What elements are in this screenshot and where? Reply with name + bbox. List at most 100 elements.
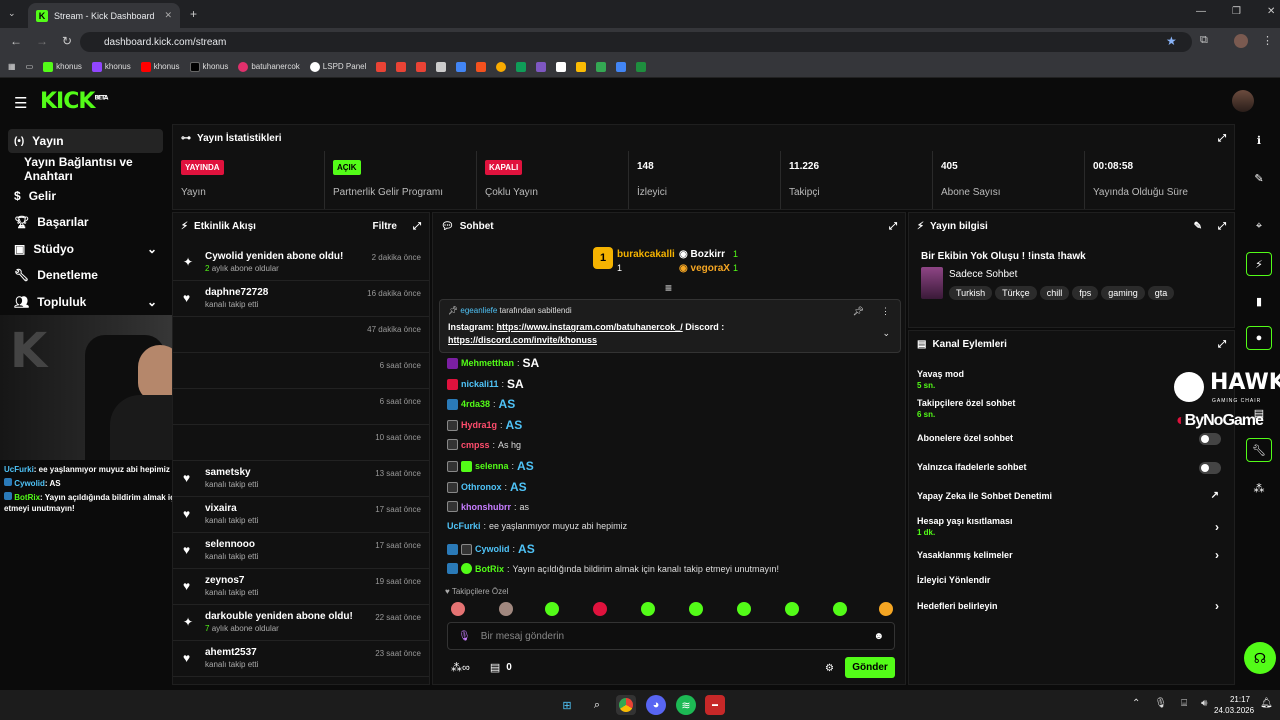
microphone-icon[interactable]: 🎙︎: [1154, 698, 1167, 709]
app-icon[interactable]: ▬: [705, 695, 725, 715]
notification-icon[interactable]: 🔔︎: [1260, 698, 1273, 709]
address-bar[interactable]: dashboard.kick.com/stream: [80, 32, 1192, 52]
minimize-icon[interactable]: —: [1196, 6, 1206, 17]
gmail-bookmark-icon[interactable]: [376, 61, 387, 72]
emote-icon[interactable]: [689, 602, 703, 616]
tab-list-icon[interactable]: ⌄: [8, 8, 16, 19]
points-icon[interactable]: ⁂: [1246, 476, 1272, 500]
more-options-icon[interactable]: ⋮: [881, 306, 890, 317]
new-tab-icon[interactable]: +: [190, 7, 197, 21]
bookmark-item[interactable]: batuhanercok: [238, 61, 300, 72]
tag[interactable]: fps: [1072, 286, 1099, 300]
bookmark-icon[interactable]: [576, 61, 587, 72]
volume-icon[interactable]: 🔊︎: [1201, 698, 1207, 709]
points-icon[interactable]: ⁂∞: [451, 661, 470, 674]
store-icon[interactable]: ▤: [490, 661, 500, 674]
unpin-icon[interactable]: 📌︎: [853, 306, 864, 317]
menu-dots-icon[interactable]: ⋮: [1262, 34, 1273, 47]
action-account-age[interactable]: Hesap yaşı kısıtlaması 1 dk. ›: [917, 516, 1227, 537]
microphone-icon[interactable]: 🎙︎: [458, 631, 471, 642]
edit-icon[interactable]: ✎: [1246, 166, 1272, 190]
forward-icon[interactable]: →: [36, 34, 48, 48]
extensions-icon[interactable]: ⧉: [1200, 34, 1208, 47]
bookmark-item[interactable]: LSPD Panel: [309, 61, 366, 72]
emote-icon[interactable]: [833, 602, 847, 616]
expand-icon[interactable]: ⤢: [1218, 133, 1226, 144]
emote-icon[interactable]: [641, 602, 655, 616]
support-headset-icon[interactable]: ☊: [1244, 642, 1276, 674]
chat-bubble-icon[interactable]: ●: [1246, 326, 1272, 350]
emote-icon[interactable]: [785, 602, 799, 616]
bookmark-icon[interactable]: [616, 61, 627, 72]
windows-start-icon[interactable]: ⊞: [557, 695, 577, 715]
chrome-icon[interactable]: [616, 695, 636, 715]
category-thumbnail[interactable]: [921, 267, 943, 299]
chevron-down-icon[interactable]: ⌄: [882, 328, 890, 339]
info-icon[interactable]: ℹ: [1246, 128, 1272, 152]
bookmark-icon[interactable]: [636, 61, 647, 72]
close-tab-icon[interactable]: ✕: [164, 10, 172, 21]
wrench-icon[interactable]: 🔧︎: [1246, 438, 1272, 462]
bookmark-icon[interactable]: [536, 61, 547, 72]
action-emote-only[interactable]: Yalnızca ifadelerle sohbet: [917, 462, 1227, 474]
spotify-icon[interactable]: ≋: [676, 695, 696, 715]
hamburger-menu-icon[interactable]: ☰: [14, 94, 27, 112]
tag[interactable]: Türkçe: [995, 286, 1037, 300]
lightning-icon[interactable]: ⚡︎: [1246, 252, 1272, 276]
profile-avatar[interactable]: [1234, 34, 1248, 48]
list-icon[interactable]: ▤: [1246, 401, 1272, 425]
emote-icon[interactable]: [451, 602, 465, 616]
sidebar-item-studyo[interactable]: ▣ Stüdyo ⌄: [8, 237, 163, 261]
reload-icon[interactable]: ↻: [62, 34, 72, 48]
filter-button[interactable]: Filtre: [373, 221, 397, 232]
maximize-icon[interactable]: ❐: [1232, 6, 1241, 17]
expand-icon[interactable]: ⤢: [1218, 221, 1226, 232]
emote-icon[interactable]: [545, 602, 559, 616]
clock[interactable]: 21:17 24.03.2026: [1214, 694, 1254, 716]
gifter-name[interactable]: ◉ vegoraX: [679, 263, 730, 274]
bookmark-item[interactable]: khonus: [43, 61, 82, 72]
action-banned-words[interactable]: Yasaklanmış kelimeler ›: [917, 548, 1227, 562]
sidebar-item-topluluk[interactable]: 👥︎ Topluluk ⌄: [8, 290, 163, 314]
bookmark-icon[interactable]: [436, 61, 447, 72]
sidebar-item-denetleme[interactable]: 🔧︎ Denetleme: [8, 263, 163, 287]
action-ai-moderation[interactable]: Yapay Zeka ile Sohbet Denetimi ↗: [917, 490, 1227, 501]
search-icon[interactable]: ⌕: [587, 695, 607, 715]
pinned-link[interactable]: https://discord.com/invite/khonuss: [448, 335, 597, 345]
emote-icon[interactable]: [879, 602, 893, 616]
bookmark-item[interactable]: khonus: [189, 61, 228, 72]
sidebar-item-gelir[interactable]: $ Gelir: [8, 184, 163, 208]
top-gifter-name[interactable]: burakcakalli: [617, 249, 675, 260]
chevron-up-icon[interactable]: ⌃: [1132, 698, 1140, 709]
back-icon[interactable]: ←: [10, 34, 22, 48]
kick-logo[interactable]: KICKBETA: [40, 89, 108, 114]
apps-grid-icon[interactable]: ▦: [8, 62, 16, 71]
tag[interactable]: chill: [1039, 286, 1070, 300]
gifter-name[interactable]: ◉ Bozkirr: [679, 249, 725, 260]
sidebar-item-basarilar[interactable]: 🏆︎ Başarılar: [8, 210, 163, 234]
sidebar-item-yayin[interactable]: (•) Yayın: [8, 129, 163, 153]
send-button[interactable]: Gönder: [845, 657, 895, 678]
chat-settings-icon[interactable]: ⚙︎: [825, 663, 834, 674]
sidebar-item-stream-key[interactable]: Yayın Bağlantısı ve Anahtarı: [8, 155, 163, 183]
edit-icon[interactable]: ✎: [1194, 221, 1202, 232]
emote-icon[interactable]: [737, 602, 751, 616]
pinned-link[interactable]: https://www.instagram.com/batuhanercok_/: [497, 322, 683, 332]
close-window-icon[interactable]: ✕: [1267, 6, 1275, 17]
user-avatar[interactable]: [1232, 90, 1254, 112]
gmail-bookmark-icon[interactable]: [396, 61, 407, 72]
tag[interactable]: gaming: [1101, 286, 1145, 300]
expand-icon[interactable]: ⤢: [889, 221, 897, 232]
bookmark-icon[interactable]: [456, 61, 467, 72]
emote-icon[interactable]: [499, 602, 513, 616]
category-name[interactable]: Sadece Sohbet: [949, 269, 1017, 280]
bookmark-icon[interactable]: [516, 61, 527, 72]
bookmark-icon[interactable]: [556, 61, 567, 72]
folder-icon[interactable]: ▭: [26, 62, 34, 71]
chat-input[interactable]: 🎙︎ Bir mesaj gönderin ☻: [447, 622, 895, 650]
focus-icon[interactable]: ⌖: [1246, 214, 1272, 238]
bookmark-icon[interactable]: [596, 61, 607, 72]
browser-tab[interactable]: K Stream - Kick Dashboard ✕: [28, 3, 180, 28]
gmail-bookmark-icon[interactable]: [416, 61, 427, 72]
document-icon[interactable]: ▮: [1246, 289, 1272, 313]
